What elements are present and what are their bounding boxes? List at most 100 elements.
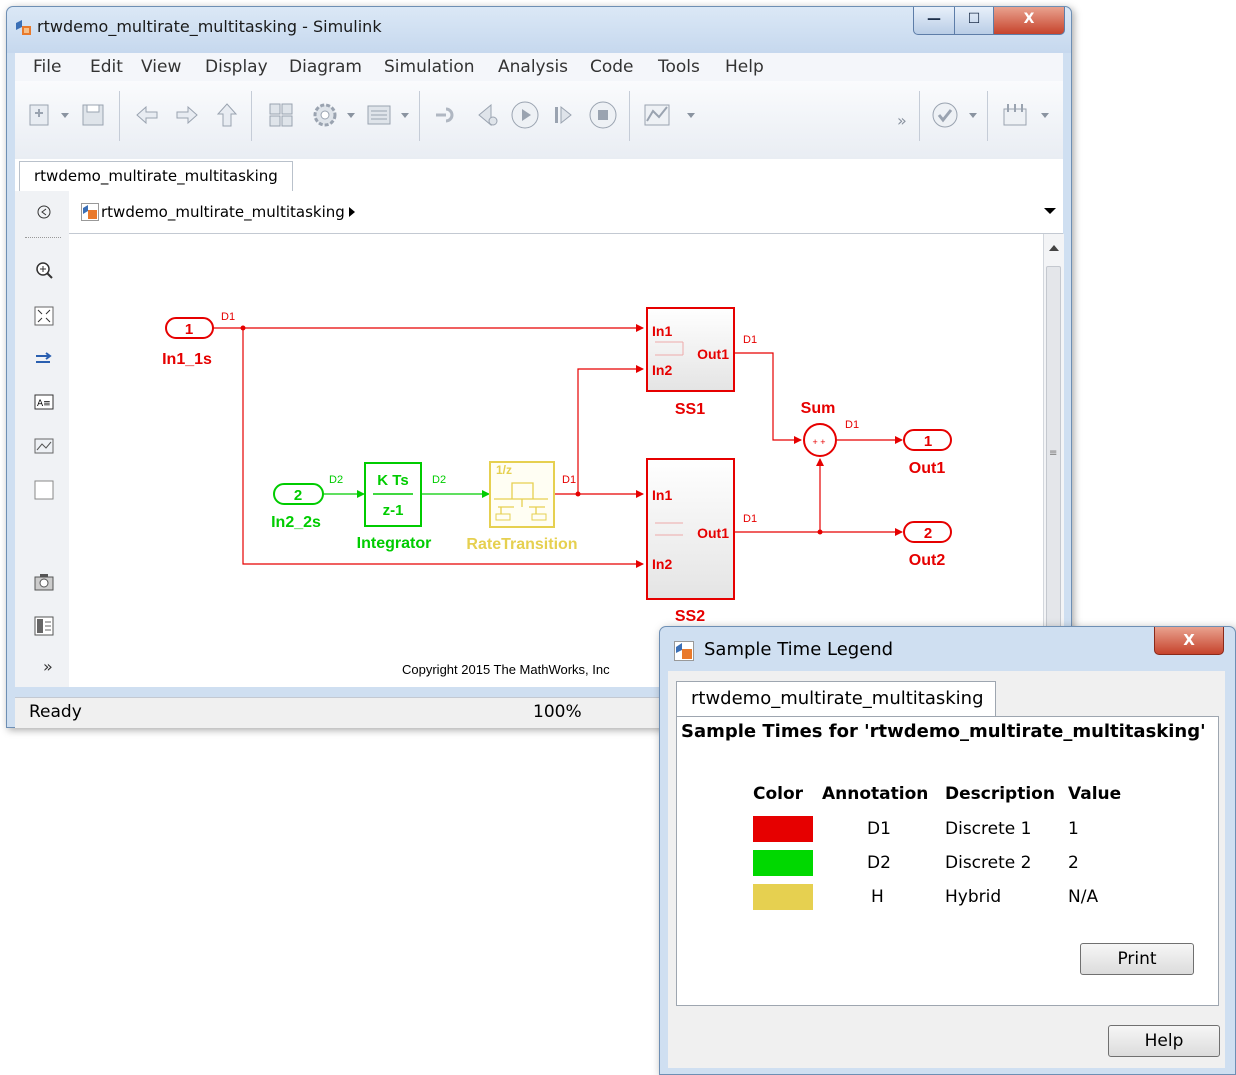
- address-bar: rtwdemo_multirate_multitasking: [69, 191, 1063, 234]
- scope-dropdown-icon[interactable]: [683, 99, 699, 131]
- signal-tag-d1: D1: [743, 334, 757, 346]
- sample-time-legend-dialog: Sample Time Legend X rtwdemo_multirate_m…: [659, 626, 1236, 1075]
- area-icon[interactable]: [33, 479, 55, 501]
- palette-expand[interactable]: »: [43, 657, 53, 676]
- column-header-annotation: Annotation: [822, 784, 929, 804]
- column-header-value: Value: [1068, 784, 1122, 804]
- scroll-grip-icon: ≡: [1049, 448, 1058, 459]
- ss1-label: SS1: [675, 401, 705, 418]
- color-swatch-d2: [753, 850, 813, 876]
- value-hybrid: N/A: [1068, 887, 1099, 907]
- help-button[interactable]: Help: [1108, 1025, 1220, 1057]
- scroll-up-icon[interactable]: [1048, 244, 1060, 252]
- run-icon[interactable]: [509, 99, 541, 131]
- tab-legend-label: rtwdemo_multirate_multitasking: [691, 688, 984, 709]
- annotation-d1: D1: [867, 819, 891, 839]
- breadcrumb[interactable]: rtwdemo_multirate_multitasking: [101, 203, 345, 221]
- new-dropdown-icon[interactable]: [57, 99, 73, 131]
- image-icon[interactable]: [33, 435, 55, 457]
- back-icon[interactable]: [131, 99, 163, 131]
- dialog-close-button[interactable]: X: [1154, 627, 1224, 655]
- sum-label: Sum: [801, 400, 836, 417]
- rate-transition-text: 1/z: [496, 463, 512, 477]
- color-swatch-hybrid: [753, 884, 813, 910]
- window-title: rtwdemo_multirate_multitasking - Simulin…: [37, 17, 382, 36]
- model-browser-icon[interactable]: [33, 615, 55, 637]
- toolbar-separator: [119, 91, 120, 141]
- zoom-in-icon[interactable]: [33, 259, 55, 281]
- fit-to-view-icon[interactable]: [33, 305, 55, 327]
- signal-tag-d2: D2: [432, 474, 446, 486]
- signal-tag-d1: D1: [743, 513, 757, 525]
- menu-edit[interactable]: Edit: [90, 57, 123, 77]
- arrow-right-icon[interactable]: [33, 348, 55, 370]
- breadcrumb-arrow-icon[interactable]: [347, 206, 357, 218]
- vertical-scrollbar[interactable]: ≡: [1043, 234, 1064, 687]
- toolbar-separator: [629, 91, 630, 141]
- inport-2-label: In2_2s: [271, 514, 321, 531]
- ss2-in1: In1: [652, 487, 672, 503]
- outport-2-number: 2: [924, 525, 932, 542]
- step-back-icon[interactable]: [471, 99, 503, 131]
- stop-icon[interactable]: [587, 99, 619, 131]
- inport-1-number: 1: [185, 321, 193, 338]
- inport-2-number: 2: [294, 487, 302, 504]
- model-advisor-icon[interactable]: [929, 99, 961, 131]
- annotation-hybrid: H: [871, 887, 884, 907]
- description-hybrid: Hybrid: [945, 887, 1002, 907]
- menu-view[interactable]: View: [141, 57, 181, 77]
- new-model-icon[interactable]: [25, 99, 57, 131]
- toolbar-separator: [919, 91, 920, 141]
- maximize-button[interactable]: ☐: [954, 7, 994, 35]
- integrator-denominator: z-1: [383, 502, 404, 519]
- camera-icon[interactable]: [33, 571, 55, 593]
- menu-help[interactable]: Help: [725, 57, 764, 77]
- settings-gear-icon[interactable]: [309, 99, 341, 131]
- close-button[interactable]: X: [993, 7, 1065, 35]
- ss1-in1: In1: [652, 323, 672, 339]
- annotation-icon[interactable]: A≡: [33, 391, 55, 413]
- address-dropdown-icon[interactable]: [1043, 206, 1057, 216]
- block-diagram: 1 In1_1s 2 In2_2s K Ts z-1 Integrator 1/…: [162, 307, 952, 677]
- left-palette: A≡ »: [15, 191, 70, 687]
- menu-tools[interactable]: Tools: [658, 57, 700, 77]
- tab-model[interactable]: rtwdemo_multirate_multitasking: [19, 161, 293, 192]
- hide-browser-icon[interactable]: [33, 201, 55, 223]
- palette-separator: [25, 237, 61, 238]
- save-icon[interactable]: [77, 99, 109, 131]
- menu-simulation[interactable]: Simulation: [384, 57, 475, 77]
- print-button[interactable]: Print: [1080, 943, 1194, 975]
- menu-file[interactable]: File: [33, 57, 61, 77]
- step-forward-icon[interactable]: [547, 99, 579, 131]
- build-icon[interactable]: [999, 99, 1031, 131]
- advisor-dropdown-icon[interactable]: [965, 99, 981, 131]
- legend-heading: Sample Times for 'rtwdemo_multirate_mult…: [681, 721, 1206, 742]
- signal-line[interactable]: [577, 365, 644, 494]
- up-icon[interactable]: [211, 99, 243, 131]
- toolbar: »: [15, 81, 1063, 160]
- menu-code[interactable]: Code: [590, 57, 634, 77]
- library-browser-icon[interactable]: [265, 99, 297, 131]
- menu-display[interactable]: Display: [205, 57, 268, 77]
- toolbar-overflow[interactable]: »: [897, 111, 907, 130]
- model-canvas[interactable]: 1 In1_1s 2 In2_2s K Ts z-1 Integrator 1/…: [69, 234, 1043, 687]
- signal-tag-d1: D1: [221, 311, 235, 323]
- model-explorer-icon[interactable]: [363, 99, 395, 131]
- settings-dropdown-icon[interactable]: [343, 99, 359, 131]
- update-diagram-icon[interactable]: [431, 99, 463, 131]
- value-d2: 2: [1068, 853, 1079, 873]
- branch-point: [240, 325, 246, 331]
- menu-diagram[interactable]: Diagram: [289, 57, 362, 77]
- outport-2-label: Out2: [909, 552, 946, 569]
- tab-legend[interactable]: rtwdemo_multirate_multitasking: [676, 681, 996, 717]
- minimize-button[interactable]: —: [913, 7, 955, 35]
- menu-analysis[interactable]: Analysis: [498, 57, 568, 77]
- build-dropdown-icon[interactable]: [1037, 99, 1053, 131]
- annotation-d2: D2: [867, 853, 891, 873]
- ss1-in2: In2: [652, 362, 672, 378]
- explorer-dropdown-icon[interactable]: [397, 99, 413, 131]
- signal-line[interactable]: [735, 352, 802, 444]
- ss2-in2: In2: [652, 556, 672, 572]
- forward-icon[interactable]: [171, 99, 203, 131]
- scope-icon[interactable]: [641, 99, 673, 131]
